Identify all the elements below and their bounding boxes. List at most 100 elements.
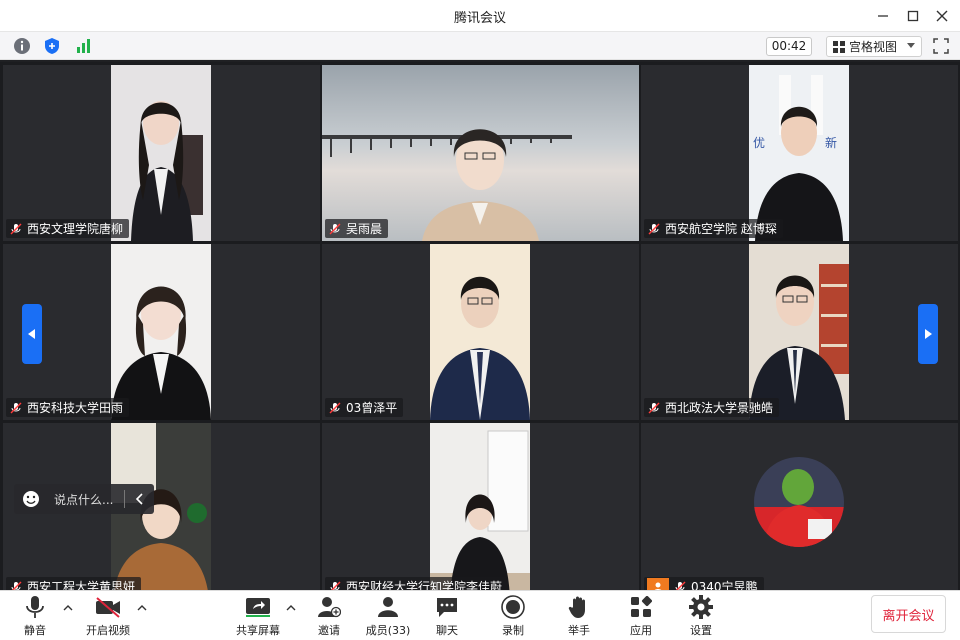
share-screen-icon (245, 594, 271, 620)
hand-icon (566, 594, 592, 620)
chat-button[interactable]: 聊天 (430, 593, 464, 639)
video-grid: 西安文理学院唐柳 吴雨晨 优 新 西安航空学院 赵博琛 西安科技大学田雨 03曾… (0, 62, 960, 599)
participant-video (430, 423, 530, 599)
fullscreen-button[interactable] (932, 37, 952, 57)
mic-muted-icon (9, 222, 23, 236)
apps-icon (628, 594, 654, 620)
mute-label: 静音 (24, 624, 46, 637)
close-icon (936, 10, 948, 22)
signal-icon (77, 39, 90, 53)
next-page-button[interactable] (918, 304, 938, 364)
minimize-icon (878, 15, 888, 17)
participant-video: 优 新 (749, 65, 849, 241)
participant-name-bar: 西北政法大学景驰皓 (644, 398, 780, 417)
participant-video (749, 244, 849, 420)
share-screen-button[interactable]: 共享屏幕 (233, 593, 283, 639)
participant-name: 西安文理学院唐柳 (27, 222, 124, 236)
avatar-image (754, 457, 844, 547)
mute-button[interactable]: 静音 (17, 593, 53, 639)
invite-button[interactable]: 邀请 (312, 593, 346, 639)
chat-placeholder: 说点什么... (54, 492, 114, 507)
participant-tile[interactable]: 西安财经大学行知学院李佳蔚 (322, 423, 639, 599)
start-video-button[interactable]: 开启视频 (82, 593, 134, 639)
participant-video (430, 244, 530, 420)
share-options-caret[interactable] (285, 601, 297, 613)
svg-text:优: 优 (753, 136, 765, 150)
participant-name: 西北政法大学景驰皓 (665, 401, 774, 415)
participant-name-bar: 西安航空学院 赵博琛 (644, 219, 783, 238)
bottom-toolbar: 静音 开启视频 共享屏幕 邀请 成员(33) 聊天 录制 举手 应用 设置 离开… (0, 590, 960, 640)
video-label: 开启视频 (86, 624, 130, 637)
participant-tile[interactable]: 吴雨晨 (322, 65, 639, 241)
title-bar: 腾讯会议 (0, 0, 960, 32)
person-silhouette (749, 244, 849, 420)
participant-tile[interactable]: 03曾泽平 (322, 244, 639, 420)
security-button[interactable] (42, 36, 62, 56)
record-label: 录制 (502, 624, 524, 637)
video-options-caret[interactable] (136, 601, 148, 613)
gear-icon (688, 594, 714, 620)
apps-button[interactable]: 应用 (624, 593, 658, 639)
person-silhouette (430, 244, 530, 420)
participant-name-bar: 03曾泽平 (325, 398, 404, 417)
record-button[interactable]: 录制 (496, 593, 530, 639)
info-bar: 00:42 宫格视图 (0, 32, 960, 60)
participant-tile[interactable]: 优 新 西安航空学院 赵博琛 (641, 65, 958, 241)
close-button[interactable] (932, 6, 952, 26)
view-mode-select[interactable]: 宫格视图 (826, 36, 922, 57)
minimize-button[interactable] (873, 6, 893, 26)
mic-muted-icon (328, 222, 342, 236)
participant-tile[interactable]: 西安文理学院唐柳 (3, 65, 320, 241)
participant-name-bar: 西安文理学院唐柳 (6, 219, 130, 238)
participant-video (111, 244, 211, 420)
network-button[interactable] (73, 36, 93, 56)
members-label: 成员(33) (365, 624, 411, 637)
participant-name-bar: 吴雨晨 (325, 219, 389, 238)
collapse-chevron-icon[interactable] (135, 493, 145, 505)
members-icon (375, 594, 401, 620)
participant-video (111, 65, 211, 241)
meeting-info-button[interactable] (12, 36, 32, 56)
person-silhouette (430, 423, 530, 599)
participant-tile[interactable]: 西北政法大学景驰皓 (641, 244, 958, 420)
fullscreen-icon (933, 38, 949, 54)
info-icon (14, 38, 30, 54)
shield-icon (45, 38, 59, 54)
previous-page-button[interactable] (22, 304, 42, 364)
participant-video (322, 65, 639, 241)
settings-button[interactable]: 设置 (684, 593, 718, 639)
svg-text:新: 新 (825, 135, 837, 150)
mic-muted-icon (328, 401, 342, 415)
mic-muted-icon (9, 401, 23, 415)
chat-label: 聊天 (436, 624, 458, 637)
record-icon (500, 594, 526, 620)
participant-name: 吴雨晨 (346, 222, 383, 236)
maximize-icon (907, 10, 919, 22)
emoji-icon[interactable] (22, 490, 40, 508)
pier-background-scene (322, 65, 639, 241)
participant-tile[interactable]: 西安科技大学田雨 (3, 244, 320, 420)
meeting-timer: 00:42 (766, 37, 812, 56)
chat-input-pill[interactable]: 说点什么... (14, 484, 154, 514)
window-title: 腾讯会议 (453, 11, 506, 26)
chat-icon (434, 594, 460, 620)
members-button[interactable]: 成员(33) (362, 593, 414, 639)
mic-muted-icon (647, 401, 661, 415)
leave-meeting-button[interactable]: 离开会议 (871, 595, 946, 633)
settings-label: 设置 (690, 624, 712, 637)
person-silhouette (111, 244, 211, 420)
grid-view-icon (833, 40, 845, 53)
participant-name-bar: 西安科技大学田雨 (6, 398, 130, 417)
audio-options-caret[interactable] (62, 601, 74, 613)
add-user-icon (316, 594, 342, 620)
chevron-up-icon (286, 604, 296, 610)
participant-name: 西安科技大学田雨 (27, 401, 124, 415)
chevron-up-icon (63, 604, 73, 610)
raise-hand-label: 举手 (568, 624, 590, 637)
maximize-button[interactable] (903, 6, 923, 26)
participant-tile[interactable]: 0340宁昱鹏 (641, 423, 958, 599)
chevron-left-icon (28, 329, 35, 339)
person-silhouette (111, 65, 211, 241)
raise-hand-button[interactable]: 举手 (562, 593, 596, 639)
mic-muted-icon (647, 222, 661, 236)
